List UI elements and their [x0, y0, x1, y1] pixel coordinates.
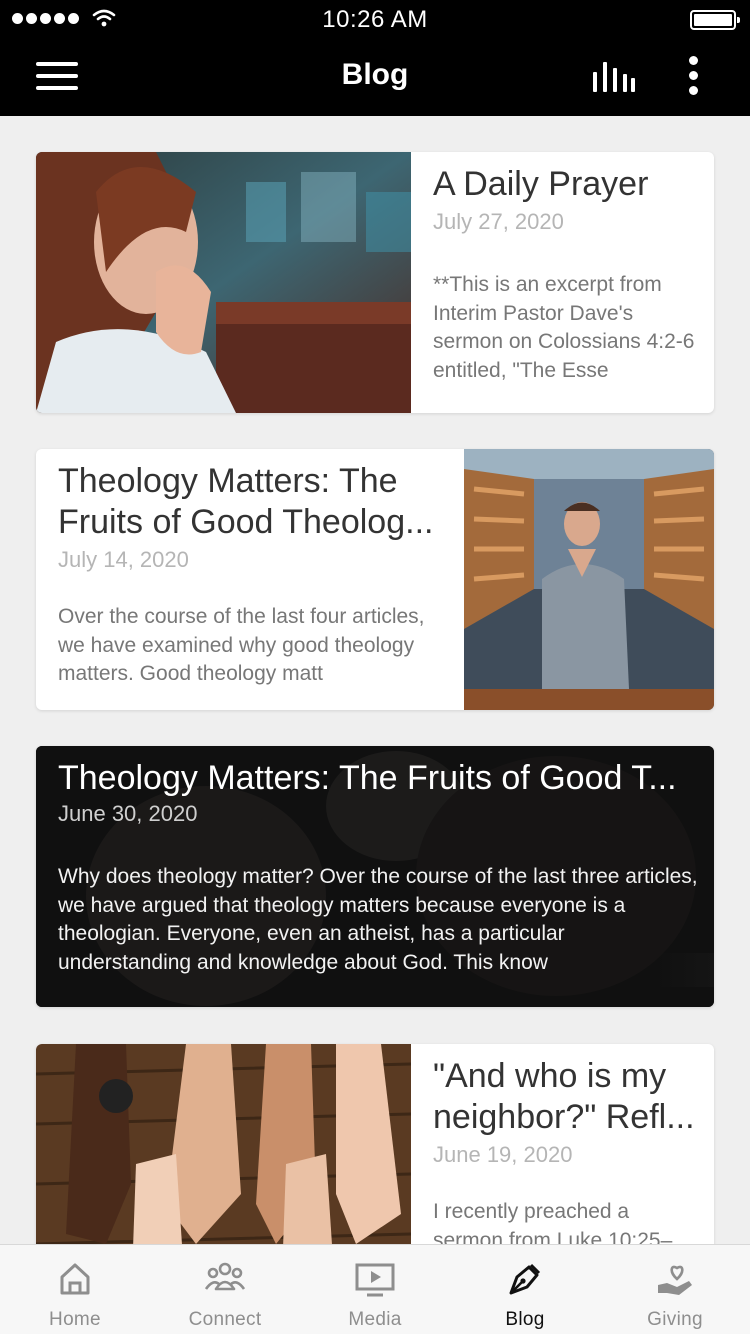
nav-bar: Blog	[0, 40, 750, 116]
post-title: A Daily Prayer	[433, 165, 649, 203]
blog-post-card[interactable]: "And who is my neighbor?" Refl... June 1…	[36, 1044, 714, 1244]
tab-label: Blog	[505, 1309, 545, 1330]
post-title: Theology Matters: The Fruits of Good The…	[58, 462, 434, 541]
post-excerpt: Over the course of the last four article…	[58, 605, 425, 685]
post-date: June 30, 2020	[58, 801, 198, 826]
tab-label: Home	[49, 1309, 101, 1330]
more-options-icon[interactable]	[686, 54, 700, 98]
post-excerpt: I recently preached a sermon from Luke 1…	[433, 1200, 673, 1244]
tab-connect[interactable]: Connect	[150, 1245, 300, 1334]
post-date: June 19, 2020	[433, 1142, 573, 1167]
status-time: 10:26 AM	[322, 6, 428, 33]
blog-post-card[interactable]: Theology Matters: The Fruits of Good T..…	[36, 746, 714, 1007]
battery-icon	[690, 10, 740, 30]
post-title: "And who is my neighbor?" Refl...	[433, 1057, 695, 1136]
pen-nib-icon	[509, 1263, 541, 1295]
blog-list[interactable]: A Daily Prayer July 27, 2020 **This is a…	[0, 116, 750, 1244]
tab-giving[interactable]: Giving	[600, 1245, 750, 1334]
post-text: Theology Matters: The Fruits of Good T..…	[58, 746, 698, 1007]
praying-man-image	[464, 449, 714, 710]
people-icon	[204, 1262, 246, 1291]
page-title: Blog	[341, 58, 409, 91]
tab-label: Giving	[647, 1309, 703, 1330]
heart-hand-icon	[658, 1265, 692, 1295]
blog-post-card[interactable]: A Daily Prayer July 27, 2020 **This is a…	[36, 152, 714, 413]
play-screen-icon	[355, 1263, 395, 1297]
praying-woman-image	[36, 152, 411, 413]
tab-label: Media	[348, 1309, 402, 1330]
tab-label: Connect	[188, 1309, 262, 1330]
audio-bars-icon[interactable]	[590, 60, 636, 94]
post-date: July 27, 2020	[433, 209, 564, 234]
post-title: Theology Matters: The Fruits of Good T..…	[58, 759, 677, 797]
tab-media[interactable]: Media	[300, 1245, 450, 1334]
hands-on-table-image	[36, 1044, 411, 1244]
tab-home[interactable]: Home	[0, 1245, 150, 1334]
home-icon	[60, 1263, 90, 1295]
post-text: "And who is my neighbor?" Refl... June 1…	[433, 1044, 695, 1244]
post-excerpt: Why does theology matter? Over the cours…	[58, 865, 698, 974]
post-date: July 14, 2020	[58, 547, 189, 572]
status-bar: 10:26 AM	[0, 0, 750, 40]
tab-blog[interactable]: Blog	[450, 1245, 600, 1334]
blog-post-card[interactable]: Theology Matters: The Fruits of Good The…	[36, 449, 714, 710]
tab-bar: Home Connect Media Blog Giving	[0, 1244, 750, 1334]
post-text: Theology Matters: The Fruits of Good The…	[58, 449, 444, 710]
